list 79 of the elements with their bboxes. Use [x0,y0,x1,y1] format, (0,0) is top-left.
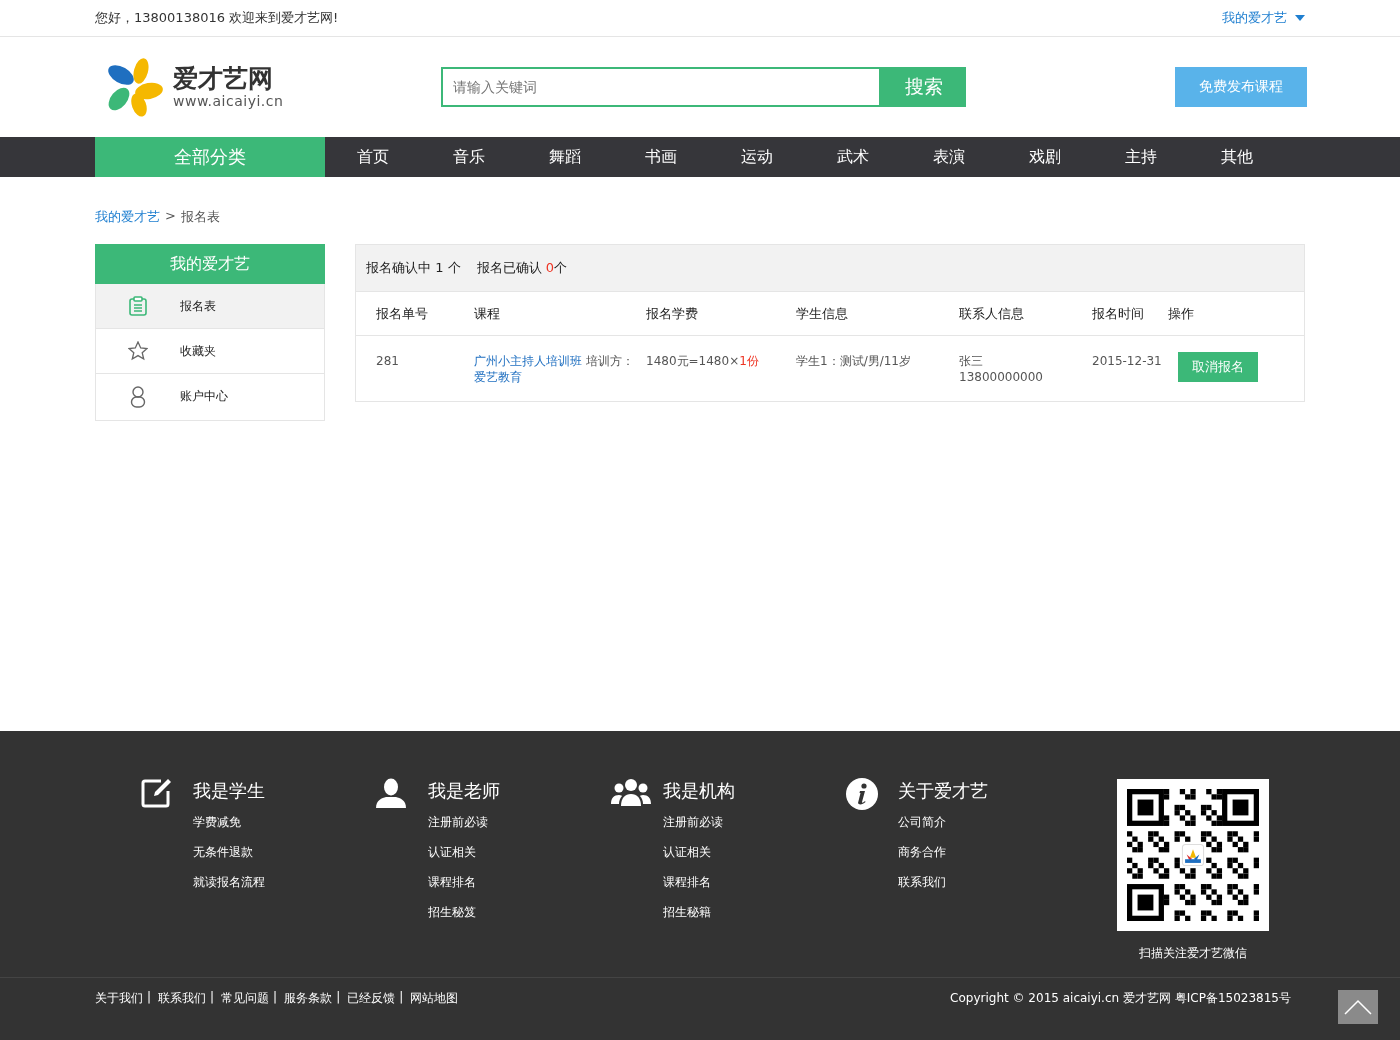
footer-section-title: 关于爱才艺 [898,779,988,803]
footer-link[interactable]: 招生秘籍 [663,897,711,927]
star-icon [128,341,148,361]
nav-tab[interactable]: 戏剧 [997,137,1093,177]
nav-tab[interactable]: 武术 [805,137,901,177]
clipboard-icon [129,296,147,316]
column-header: 报名学费 [646,304,699,323]
footer-bottom-link[interactable]: 联系我们 [158,989,207,1007]
column-header: 操作 [1168,304,1195,323]
link-separator: | [399,989,404,1006]
link-separator: | [147,989,152,1006]
footer-link[interactable]: 公司简介 [898,807,946,837]
table-cell: 张三 [959,353,983,369]
nav-tab[interactable]: 其他 [1189,137,1285,177]
site-name: 爱才艺网 [173,65,274,93]
column-header: 联系人信息 [959,304,1025,323]
nav-tab[interactable]: 书画 [613,137,709,177]
user-icon [130,385,146,408]
account-menu[interactable]: 我的爱才艺 [1222,9,1305,27]
footer-link[interactable]: 认证相关 [428,837,476,867]
footer-bottom-link[interactable]: 已经反馈 [347,989,396,1007]
footer-link[interactable]: 就读报名流程 [193,867,265,897]
footer-link[interactable]: 课程排名 [663,867,711,897]
footer-link[interactable]: 无条件退款 [193,837,253,867]
sidebar-title: 我的爱才艺 [95,244,325,284]
table-cell: 13800000000 [959,369,1043,385]
nav-tab[interactable]: 主持 [1093,137,1189,177]
footer-link[interactable]: 联系我们 [898,867,946,897]
footer-bottom-link[interactable]: 服务条款 [284,989,333,1007]
nav-tab[interactable]: 舞蹈 [517,137,613,177]
nav-tab[interactable]: 音乐 [421,137,517,177]
footer-link[interactable]: 学费减免 [193,807,241,837]
provider-link[interactable]: 爱艺教育 [474,370,522,384]
qr-caption: 扫描关注爱才艺微信 [1139,945,1247,962]
footer-bottom-link[interactable]: 关于我们 [95,989,143,1007]
column-header: 报名时间 [1092,304,1145,323]
sidebar-item[interactable]: 报名表 [96,284,324,329]
group-icon [611,778,651,806]
table-cell-text: 1480元=1480×1份 [646,353,760,370]
footer-bottom-link[interactable]: 常见问题 [221,989,270,1007]
info-icon [846,778,878,810]
nav-tab[interactable]: 首页 [325,137,421,177]
footer-section-title: 我是老师 [428,779,500,803]
footer-link[interactable]: 商务合作 [898,837,946,867]
footer-section-title: 我是学生 [193,779,265,803]
footer-link[interactable]: 注册前必读 [428,807,488,837]
breadcrumb-separator: > [165,208,176,225]
footer-link[interactable]: 注册前必读 [663,807,723,837]
back-to-top-button[interactable] [1338,990,1378,1024]
site-url: www.aicaiyi.cn [173,92,284,109]
footer-link[interactable]: 认证相关 [663,837,711,867]
breadcrumb-link[interactable]: 我的爱才艺 [95,208,160,226]
confirmed-count-text: 报名已确认 0个 [476,259,567,277]
greeting-text: 您好，13800138016 欢迎来到爱才艺网! [95,9,339,27]
breadcrumb-current: 报名表 [180,208,220,226]
table-cell-text: 学生1：测试/男/11岁 [796,353,912,370]
nav-tab[interactable]: 运动 [709,137,805,177]
pending-count-text: 报名确认中 1 个 [366,259,461,277]
column-header: 学生信息 [796,304,849,323]
link-separator: | [336,989,341,1006]
link-separator: | [210,989,215,1006]
footer-section-title: 我是机构 [663,779,735,803]
course-link[interactable]: 广州小主持人培训班 [474,354,582,368]
table-cell-text: 2015-12-31 [1092,353,1163,370]
column-header: 报名单号 [376,304,429,323]
footer-bottom-link[interactable]: 网站地图 [410,989,459,1007]
caret-icon [1295,15,1305,21]
edit-icon [141,778,173,808]
link-separator: | [273,989,278,1006]
table-cell-text: 281 [376,353,400,370]
column-header: 课程 [474,304,501,323]
table-cell-text: 广州小主持人培训班 培训方： 爱艺教育 [474,353,635,385]
nav-tab[interactable]: 表演 [901,137,997,177]
person-icon [376,778,406,808]
search-field[interactable]: 请输入关键词 [441,67,881,107]
footer-link[interactable]: 课程排名 [428,867,476,897]
copyright-text: Copyright © 2015 aicaiyi.cn 爱才艺网 粤ICP备15023815号 [950,989,1291,1007]
footer-link[interactable]: 招生秘笈 [428,897,476,927]
chevron-up-icon [1344,999,1372,1015]
